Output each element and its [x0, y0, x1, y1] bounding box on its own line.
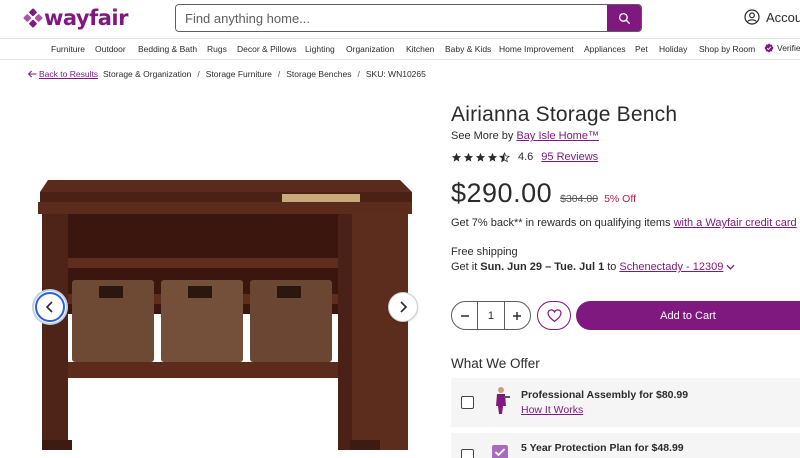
offers-heading: What We Offer: [451, 356, 540, 371]
nav-item-furniture[interactable]: Furniture: [51, 44, 85, 54]
rating-row: 4.6 95 Reviews: [451, 151, 598, 163]
sale-price: $290.00: [451, 178, 553, 208]
product-title: Airianna Storage Bench: [451, 103, 678, 126]
storage-bench-image: [38, 180, 412, 450]
favorite-button[interactable]: [537, 301, 571, 330]
rewards-text: Get 7% back** in rewards on qualifying i…: [451, 217, 671, 229]
breadcrumb-separator: /: [357, 69, 360, 79]
logo-text: wayfair: [44, 6, 128, 30]
chevron-left-icon: [45, 301, 53, 313]
see-more-prefix: See More by: [451, 130, 514, 142]
brand-link[interactable]: Bay Isle Home™: [516, 130, 599, 142]
nav-item-decor-pillows[interactable]: Decor & Pillows: [237, 44, 297, 54]
nav-item-pet[interactable]: Pet: [635, 44, 648, 54]
verified-badge-icon: [764, 43, 774, 53]
nav-item-shop-by-room[interactable]: Shop by Room: [699, 44, 755, 54]
verified-label: Verified: [777, 43, 800, 53]
nav-item-holiday[interactable]: Holiday: [659, 44, 687, 54]
nav-item-rugs[interactable]: Rugs: [207, 44, 227, 54]
back-to-results-link[interactable]: Back to Results: [28, 69, 98, 79]
price-row: $290.00 $304.00 5% Off: [451, 178, 636, 209]
user-icon: [744, 9, 760, 25]
quantity-increase-button[interactable]: [505, 302, 530, 329]
star-icon: [451, 152, 462, 162]
assembly-offer-label: Professional Assembly for $80.99: [521, 389, 689, 401]
search-input[interactable]: [176, 5, 607, 31]
nav-item-appliances[interactable]: Appliances: [584, 44, 626, 54]
breadcrumb-item[interactable]: Storage Benches: [286, 69, 351, 79]
nav-item-verified[interactable]: Verified: [764, 43, 800, 53]
chevron-down-icon[interactable]: [726, 264, 735, 270]
account-button[interactable]: Account: [744, 9, 800, 25]
credit-card-link[interactable]: with a Wayfair credit card: [674, 217, 797, 229]
nav-item-lighting[interactable]: Lighting: [305, 44, 335, 54]
heart-icon: [546, 309, 562, 322]
breadcrumb: Back to Results Storage & Organization /…: [0, 69, 800, 81]
add-to-cart-button[interactable]: Add to Cart: [576, 301, 800, 330]
nav-item-bedding-bath[interactable]: Bedding & Bath: [138, 44, 197, 54]
offer-assembly: Professional Assembly for $80.99 How It …: [451, 378, 800, 427]
assembly-handyman-icon: [496, 387, 510, 414]
original-price: $304.00: [560, 193, 599, 205]
category-nav: Furniture Outdoor Bedding & Bath Rugs De…: [0, 38, 800, 60]
wayfair-logo-icon: [23, 8, 43, 28]
discount-badge: 5% Off: [604, 193, 636, 205]
minus-icon: [460, 314, 469, 317]
nav-item-organization[interactable]: Organization: [346, 44, 394, 54]
star-icon: [487, 152, 498, 162]
back-label: Back to Results: [39, 69, 99, 79]
how-it-works-link[interactable]: How It Works: [521, 404, 583, 416]
account-label: Account: [766, 9, 800, 25]
assembly-checkbox[interactable]: [461, 396, 474, 409]
quantity-decrease-button[interactable]: [452, 302, 477, 329]
search-bar: [175, 4, 642, 32]
delivery-to: to: [607, 261, 617, 273]
carousel-prev-button[interactable]: [35, 292, 65, 322]
header: wayfair Account: [0, 0, 800, 38]
arrow-left-icon: [28, 70, 37, 78]
carousel-next-button[interactable]: [388, 292, 418, 322]
star-icon: [463, 152, 474, 162]
nav-item-outdoor[interactable]: Outdoor: [95, 44, 126, 54]
chevron-right-icon: [400, 301, 408, 313]
wayfair-logo[interactable]: wayfair: [23, 6, 128, 30]
sku-label: SKU: WN10265: [365, 69, 426, 79]
reviews-link[interactable]: 95 Reviews: [541, 151, 598, 163]
delivery-zip-link[interactable]: Schenectady - 12309: [619, 261, 723, 273]
delivery-line: Get it Sun. Jun 29 – Tue. Jul 1 to Schen…: [451, 261, 735, 273]
delivery-prefix: Get it: [451, 261, 478, 273]
star-rating[interactable]: [451, 151, 510, 163]
rewards-line: Get 7% back** in rewards on qualifying i…: [451, 217, 797, 229]
nav-item-kitchen[interactable]: Kitchen: [406, 44, 434, 54]
rating-value: 4.6: [518, 151, 534, 163]
shipping-label: Free shipping: [451, 246, 518, 258]
protection-shield-icon: [492, 445, 508, 458]
protection-plan-checkbox[interactable]: [461, 449, 474, 458]
product-image: [20, 170, 430, 458]
breadcrumb-separator: /: [277, 69, 281, 79]
offer-protection-plan: 5 Year Protection Plan for $48.99: [451, 433, 800, 458]
plus-icon: [513, 311, 522, 320]
search-icon: [618, 12, 630, 24]
quantity-stepper: 1: [451, 301, 531, 330]
quantity-input[interactable]: 1: [477, 302, 505, 329]
nav-item-baby-kids[interactable]: Baby & Kids: [445, 44, 491, 54]
delivery-dates: Sun. Jun 29 – Tue. Jul 1: [480, 261, 605, 273]
breadcrumb-item[interactable]: Storage Furniture: [206, 69, 272, 79]
search-button[interactable]: [607, 5, 641, 31]
star-icon: [475, 152, 486, 162]
brand-line: See More by Bay Isle Home™: [451, 130, 599, 142]
nav-item-home-improvement[interactable]: Home Improvement: [499, 44, 574, 54]
breadcrumb-trail: Storage & Organization / Storage Furnitu…: [103, 69, 426, 79]
breadcrumb-separator: /: [197, 69, 200, 79]
breadcrumb-item[interactable]: Storage & Organization: [103, 69, 191, 79]
half-star-icon: [499, 151, 510, 162]
protection-plan-label: 5 Year Protection Plan for $48.99: [521, 442, 684, 454]
